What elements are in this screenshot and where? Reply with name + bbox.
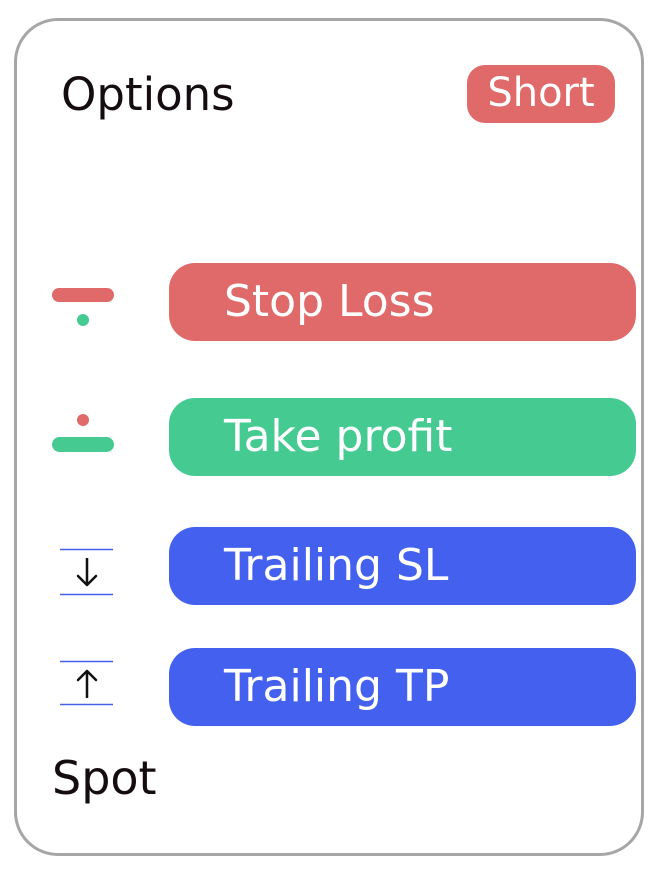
short-badge[interactable]: Short: [467, 65, 615, 123]
spot-label: Spot: [52, 751, 157, 805]
stop-loss-button[interactable]: Stop Loss: [169, 263, 636, 341]
trailing-tp-button[interactable]: Trailing TP: [169, 648, 636, 726]
trailing-down-arrow-icon: [58, 548, 124, 596]
stop-loss-icon: [50, 287, 116, 335]
take-profit-button[interactable]: Take profit: [169, 398, 636, 476]
page-title: Options: [61, 68, 235, 121]
trailing-sl-button[interactable]: Trailing SL: [169, 527, 636, 605]
trailing-up-arrow-icon: [58, 660, 124, 708]
take-profit-icon: [50, 412, 116, 460]
